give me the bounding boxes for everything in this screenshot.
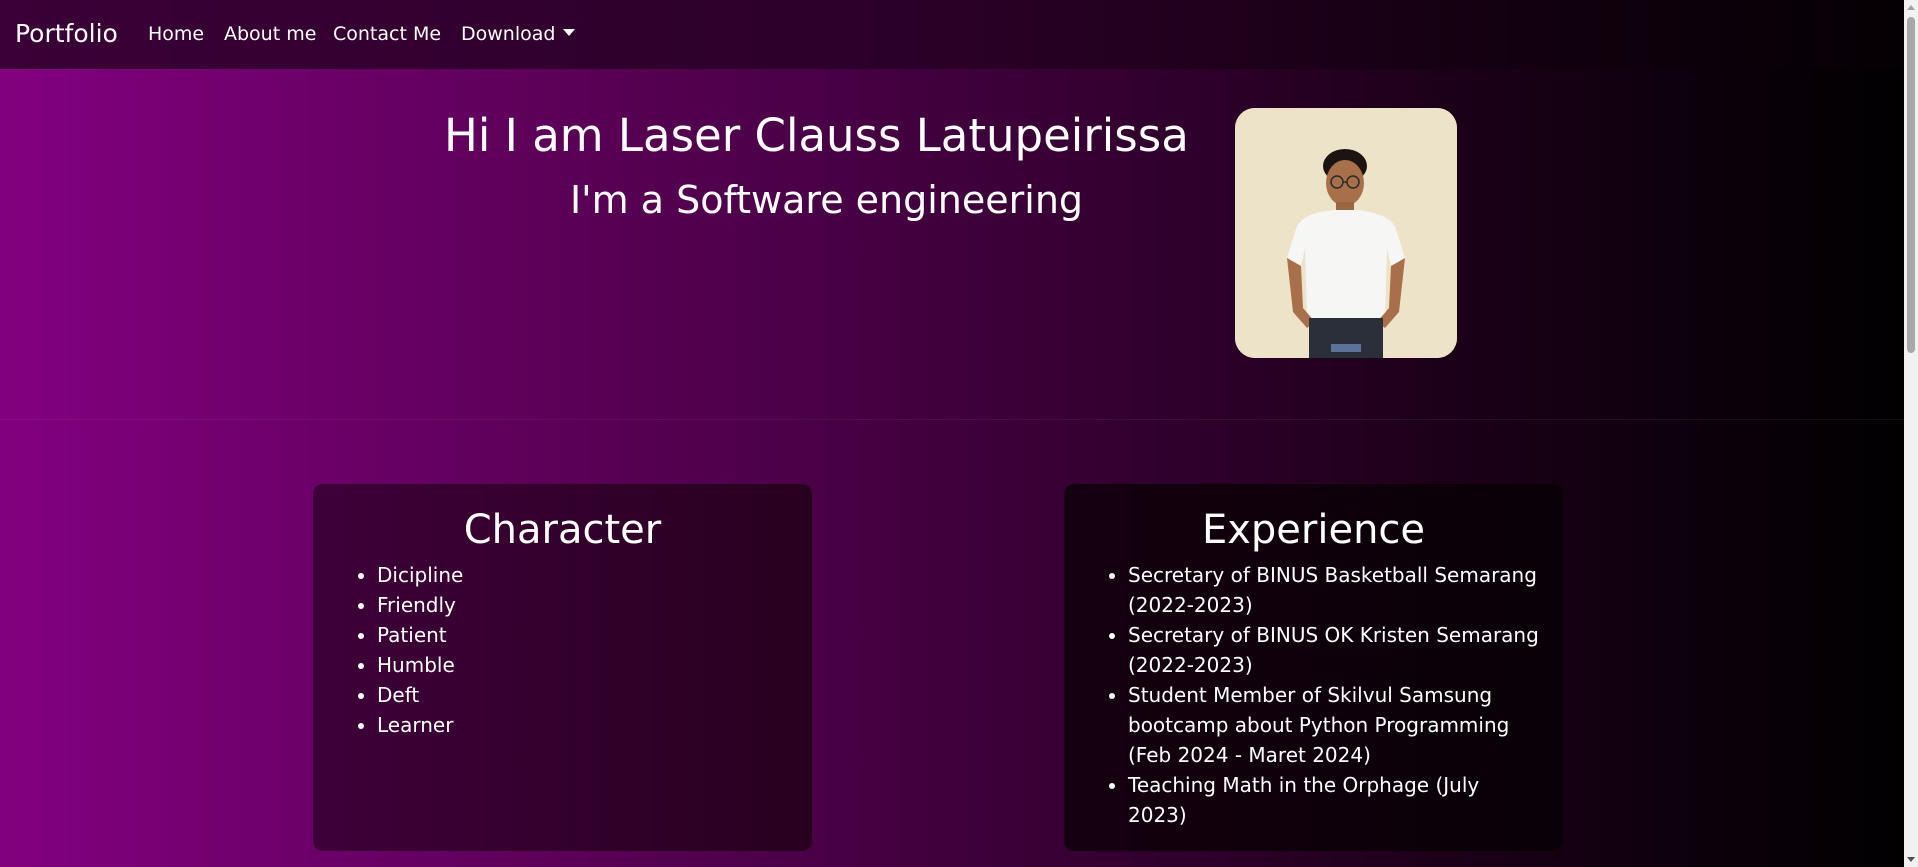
brand-link[interactable]: Portfolio: [15, 18, 118, 50]
list-item: Friendly: [377, 590, 788, 620]
nav-home-link[interactable]: Home: [148, 21, 204, 47]
navbar: Portfolio Home About me Contact Me Downl…: [0, 0, 1904, 69]
list-item: Secretary of BINUS Basketball Semarang (…: [1128, 560, 1539, 620]
vertical-scrollbar[interactable]: [1904, 0, 1918, 867]
list-item: Student Member of Skilvul Samsung bootca…: [1128, 680, 1539, 770]
person-photo-icon: [1235, 108, 1457, 358]
list-item: Deft: [377, 680, 788, 710]
hero-subtitle: I'm a Software engineering: [569, 178, 1084, 222]
section-divider: [0, 419, 1904, 420]
character-card: Character Dicipline Friendly Patient Hum…: [313, 484, 812, 851]
character-list: Dicipline Friendly Patient Humble Deft L…: [313, 560, 812, 740]
list-item: Humble: [377, 650, 788, 680]
list-item: Secretary of BINUS OK Kristen Semarang (…: [1128, 620, 1539, 680]
nav-download-dropdown[interactable]: Download: [461, 21, 576, 47]
experience-list: Secretary of BINUS Basketball Semarang (…: [1064, 560, 1563, 830]
scrollbar-thumb[interactable]: [1907, 17, 1915, 353]
list-item: Dicipline: [377, 560, 788, 590]
character-title: Character: [463, 507, 662, 553]
list-item: Patient: [377, 620, 788, 650]
caret-down-icon: [563, 29, 576, 36]
nav-download-label: Download: [461, 23, 556, 45]
nav-about-link[interactable]: About me: [224, 21, 316, 47]
list-item: Teaching Math in the Orphage (July 2023): [1128, 770, 1539, 830]
experience-card: Experience Secretary of BINUS Basketball…: [1064, 484, 1563, 851]
hero-title: Hi I am Laser Clauss Latupeirissa: [444, 109, 1189, 162]
scroll-down-arrow-icon[interactable]: [1907, 857, 1915, 862]
experience-title: Experience: [1201, 507, 1426, 553]
list-item: Learner: [377, 710, 788, 740]
profile-photo: [1235, 108, 1457, 358]
scroll-up-arrow-icon[interactable]: [1907, 5, 1915, 10]
nav-contact-link[interactable]: Contact Me: [333, 21, 441, 47]
